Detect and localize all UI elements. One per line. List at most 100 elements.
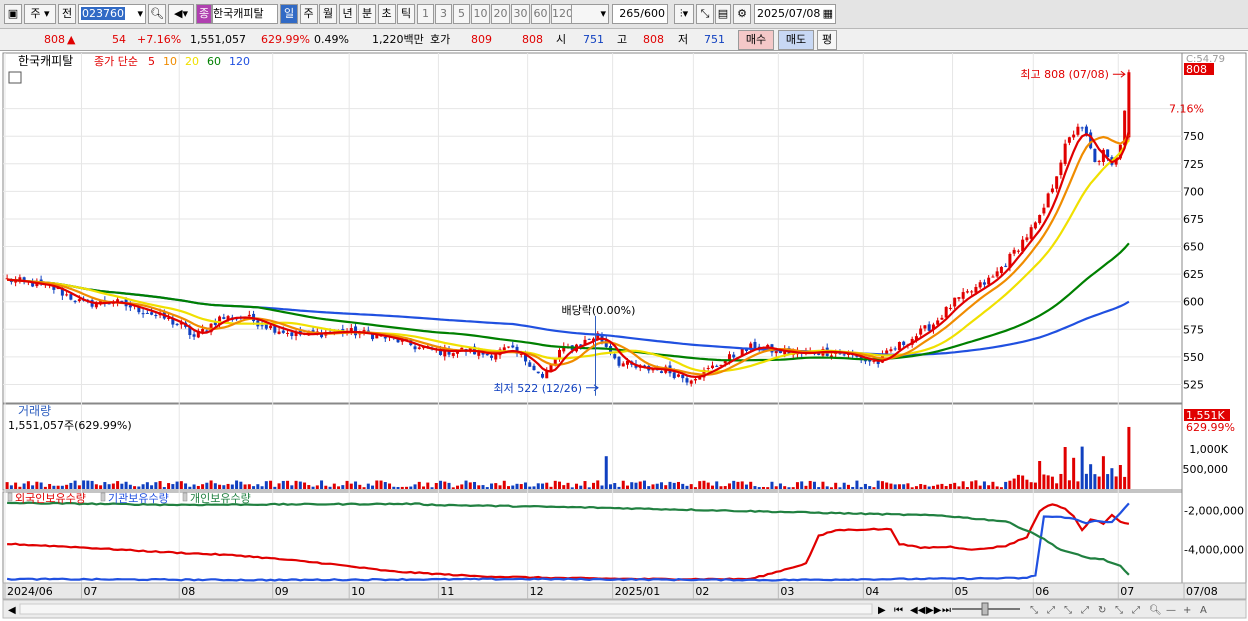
volume-bar: [162, 487, 166, 489]
rewind-icon[interactable]: ◀◀: [910, 605, 926, 616]
period-selector[interactable]: 주 ▾: [24, 4, 56, 24]
volume-bar: [974, 480, 978, 489]
x-tick-label: 09: [275, 585, 289, 598]
interval-button[interactable]: 10: [471, 4, 490, 24]
interval-dropdown[interactable]: ▾: [571, 4, 609, 24]
date-input[interactable]: 2025/07/08 ▦: [754, 4, 836, 24]
candle-body: [528, 362, 532, 367]
volume-bar: [914, 486, 918, 489]
candle-body: [1016, 250, 1020, 252]
volume-bar: [507, 486, 511, 489]
volume-bar: [536, 483, 540, 489]
period-tab[interactable]: 일: [280, 4, 298, 24]
period-tab[interactable]: 월: [319, 4, 337, 24]
interval-button[interactable]: 120: [551, 4, 573, 24]
volume-bar: [838, 487, 842, 489]
series-legend-label: 개인보유수량: [190, 492, 251, 505]
interval-button[interactable]: 3: [435, 4, 452, 24]
volume-bar: [982, 481, 986, 489]
period-tab[interactable]: 틱: [397, 4, 415, 24]
candle-body: [1046, 193, 1050, 208]
volume-bar: [812, 481, 816, 489]
volume-bar: [744, 484, 748, 489]
volume-bar: [392, 486, 396, 489]
candle-body: [490, 355, 494, 358]
count-input[interactable]: 265/600: [612, 4, 668, 24]
volume-bar: [1008, 480, 1012, 489]
candle-body: [991, 276, 995, 278]
first-page-icon[interactable]: ⏮: [894, 605, 903, 616]
layout-icon[interactable]: ▣: [4, 4, 22, 24]
speaker-icon[interactable]: ◀▾: [168, 4, 194, 24]
forward-icon[interactable]: ▶▶: [926, 605, 942, 616]
volume-bar: [791, 487, 795, 489]
volume-bar: [434, 482, 438, 489]
search-icon[interactable]: 🔍︎: [148, 4, 166, 24]
interval-button[interactable]: 60: [531, 4, 550, 24]
volume-bar: [919, 484, 923, 489]
candle-body: [885, 350, 889, 354]
volume-bar: [167, 483, 171, 489]
volume-bar: [366, 483, 370, 489]
last-page-icon[interactable]: ⏭: [942, 605, 951, 616]
buy-button[interactable]: 매수: [738, 30, 774, 50]
zoom-out-icon[interactable]: —: [1166, 605, 1176, 616]
volume-bar: [545, 482, 549, 489]
volume-bar: [927, 486, 931, 489]
x-tick-label: 2024/06: [7, 585, 53, 598]
scroll-right-icon[interactable]: ▶: [878, 605, 886, 616]
volume-bar: [710, 485, 714, 489]
volume-bar: [273, 486, 277, 489]
price-panel-frame: [2, 52, 1183, 404]
x-tick-label: 07: [1120, 585, 1134, 598]
stock-code-input[interactable]: 023760 ▾: [78, 4, 146, 24]
gear-icon[interactable]: ⚙: [733, 4, 751, 24]
chart-title: 한국캐피탈: [18, 54, 73, 68]
period-tab[interactable]: 분: [358, 4, 376, 24]
zoom-in-icon[interactable]: +: [1183, 605, 1191, 616]
zoom-fit-alt-icon[interactable]: ⤢: [1047, 605, 1055, 616]
eval-button[interactable]: 평: [817, 30, 837, 50]
refresh-icon[interactable]: ↻: [1098, 605, 1106, 616]
candle-body: [923, 325, 927, 329]
shrink-icon[interactable]: ⤢: [1132, 605, 1140, 616]
expand-icon[interactable]: ⤡: [1115, 605, 1123, 616]
zoom-search-icon[interactable]: 🔍︎: [1149, 604, 1162, 616]
candle-body: [1004, 265, 1008, 267]
volume-bar: [846, 484, 850, 489]
price-chart[interactable]: 5255505756006256506757007257507.16%C:54.…: [0, 51, 1248, 621]
interval-button[interactable]: 30: [511, 4, 530, 24]
zoom-alt-icon[interactable]: ⤢: [1081, 605, 1089, 616]
volume-bar: [541, 483, 545, 489]
candle-body: [1076, 126, 1080, 135]
zoom-icon[interactable]: ⤡: [1064, 605, 1072, 616]
volume-bar: [549, 486, 553, 489]
interval-button[interactable]: 20: [491, 4, 510, 24]
volume-bar: [1050, 476, 1054, 489]
period-tab[interactable]: 년: [338, 4, 357, 24]
candle-body: [192, 334, 196, 337]
prev-button[interactable]: 전: [58, 4, 76, 24]
interval-button[interactable]: 1: [417, 4, 434, 24]
period-tab[interactable]: 초: [377, 4, 396, 24]
draw-tool-icon[interactable]: ⤡: [696, 4, 714, 24]
volume-bar: [498, 485, 502, 489]
legend-ma: 10: [163, 55, 177, 68]
volume-bar: [978, 485, 982, 489]
volume-bar: [307, 485, 311, 489]
volume-bar: [651, 484, 655, 489]
volume-bar: [524, 482, 528, 489]
candle-body: [940, 317, 944, 320]
volume-bar: [218, 484, 222, 489]
candle-body: [842, 354, 846, 356]
candle-type-icon[interactable]: ⫶▾: [674, 4, 694, 24]
zoom-fit-icon[interactable]: ⤡: [1030, 605, 1038, 616]
candle-body: [494, 354, 498, 360]
period-tab[interactable]: 주: [299, 4, 318, 24]
font-size-icon[interactable]: A: [1200, 605, 1207, 616]
candle-body: [150, 312, 154, 315]
sell-button[interactable]: 매도: [778, 30, 814, 50]
interval-button[interactable]: 5: [453, 4, 470, 24]
candle-body: [383, 336, 387, 339]
save-icon[interactable]: ▤: [715, 4, 731, 24]
